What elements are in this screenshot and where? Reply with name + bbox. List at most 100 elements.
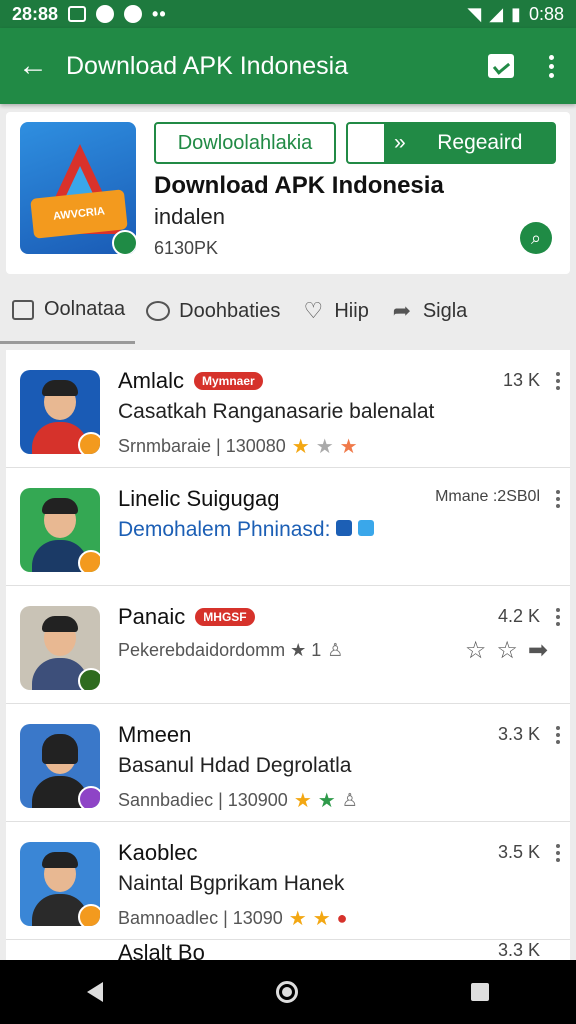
review-meta: Bamnoadlec | 13090 ★ ★ ● [118,906,348,931]
arrow-right-icon[interactable]: ➡ [528,636,548,665]
app-developer: indalen [154,204,225,229]
lock-icon: ♙ [341,790,358,810]
rose-icon: ● [336,908,348,928]
review-meta-text: Pekerebdaidordomm ★ 1 [118,640,322,660]
tab-bar: Oolnataa Doohbaties ♡ Hiip ➦ Sigla [0,278,576,344]
app-bar: ← Download APK Indonesia [0,28,576,104]
review-text: Casatkah Ranganasarie balenalat [118,400,435,423]
app-notification-icon [124,5,143,23]
list-item[interactable]: Aslalt Bo 3.3 K [6,940,570,960]
review-meta: Srnmbaraie | 130080 ★ ★ ★ [118,434,358,459]
item-menu-icon[interactable] [556,608,560,626]
reviewer-name: Aslalt Bo [118,940,205,960]
tab-label: Doohbaties [179,299,281,322]
item-menu-icon[interactable] [556,844,560,862]
button-lead-block [348,124,384,162]
more-notifications-icon: •• [152,3,167,24]
cloud-icon [358,520,375,536]
photo-icon [68,6,87,22]
install-button[interactable]: Dowloolahlakia [154,122,336,164]
overflow-menu-icon[interactable] [526,54,576,78]
tab-help[interactable]: ♡ Hiip [290,278,378,344]
nav-back-icon[interactable] [86,982,103,1002]
share-icon: ➦ [392,298,412,323]
badge-icon [78,432,100,454]
review-count: 3.3 K [497,940,540,960]
tab-label: Hiip [334,299,369,322]
review-text-value: Demohalem Phninasd: [118,518,331,541]
reviewer-name: Mmeen [118,722,191,748]
badge-icon [78,786,100,808]
status-badge: MHGSF [195,608,255,626]
square-icon [10,299,36,321]
star-outline-icon[interactable]: ☆ [465,636,487,665]
star-outline-icon[interactable]: ☆ [496,636,518,665]
notification-icon [96,5,115,23]
tab-label: Oolnataa [44,298,126,320]
row-actions: ☆ ☆ ➡ [465,636,548,665]
signal-icon: ◢ [489,3,504,24]
open-button[interactable]: » Regeaird [346,122,556,164]
avatar [20,842,100,926]
badge-icon [78,668,100,690]
double-chevron-right-icon: » [394,131,406,154]
star-icon: ★ [293,790,312,812]
reviewer-name: Linelic Suigugag [118,486,279,512]
star-icon: ★ [288,908,307,930]
star-icon: ★ [317,790,336,812]
item-menu-icon[interactable] [556,372,560,390]
star-icon: ★ [312,908,331,930]
item-menu-icon[interactable] [556,726,560,744]
reviewer-name-text: Panaic [118,604,186,629]
app-header-card: AWVCRIA Dowloolahlakia » Regeaird Downlo… [6,112,570,274]
badge-icon [78,550,100,572]
reviewer-name-text: Mmeen [118,722,192,747]
status-badge: Mymnaer [194,372,263,390]
app-size: 6130PK [154,238,219,258]
nav-recents-icon[interactable] [471,983,490,1001]
wifi-icon: ◥ [467,3,482,24]
review-meta: Sannbadiec | 130900 ★ ★ ♙ [118,788,358,813]
app-logo: AWVCRIA [20,122,136,254]
app-name: Download APK Indonesia [154,172,444,199]
reviewer-name-text: Aslalt Bo [118,940,205,960]
battery-icon: ▮ [511,3,521,24]
check-box-icon[interactable] [476,54,526,78]
check-icon [336,520,353,536]
star-icon: ★ [291,436,310,458]
review-count: 3.5 K [497,842,540,862]
review-meta: Pekerebdaidordomm ★ 1 ♙ [118,640,343,661]
reviewer-name: Amlalc Mymnaer [118,368,263,394]
avatar [20,488,100,572]
avatar [20,724,100,808]
star-icon: ★ [339,436,358,458]
item-menu-icon[interactable] [556,490,560,508]
half-star-icon: ★ [315,436,334,458]
tab-discussions[interactable]: Doohbaties [135,278,290,344]
tab-overview[interactable]: Oolnataa [0,278,136,344]
reviewer-name-text: Kaoblec [118,840,198,865]
list-item[interactable]: Amlalc Mymnaer Casatkah Ranganasarie bal… [6,350,570,468]
review-count: 13 K [502,370,540,390]
reviewer-name-text: Linelic Suigugag [118,486,280,511]
status-bar: 28:88 •• ◥ ◢ ▮ 0:88 [0,0,576,28]
list-item[interactable]: Mmeen Basanul Hdad Degrolatla Sannbadiec… [6,704,570,822]
status-clock: 0:88 [528,3,564,24]
page-title: Download APK Indonesia [66,51,349,80]
nav-home-icon[interactable] [275,981,298,1003]
tab-share[interactable]: ➦ Sigla [379,278,477,344]
review-meta-text: Bamnoadlec | 13090 [118,908,283,928]
badge-icon [78,904,100,926]
list-item[interactable]: Panaic MHGSF Pekerebdaidordomm ★ 1 ♙ 4.2… [6,586,570,704]
list-item[interactable]: Linelic Suigugag Demohalem Phninasd: Mma… [6,468,570,586]
list-item[interactable]: Kaoblec Naintal Bgprikam Hanek Bamnoadle… [6,822,570,940]
open-button-label: Regeaird [437,131,523,154]
avatar [20,370,100,454]
reviewer-name: Kaoblec [118,840,198,866]
status-time: 28:88 [12,3,59,24]
search-icon[interactable]: ⌕ [520,222,552,254]
review-count: 4.2 K [497,606,540,626]
review-list: Amlalc Mymnaer Casatkah Ranganasarie bal… [6,350,570,960]
system-navigation-bar [0,960,576,1024]
arrow-left-icon[interactable]: ← [0,49,66,83]
